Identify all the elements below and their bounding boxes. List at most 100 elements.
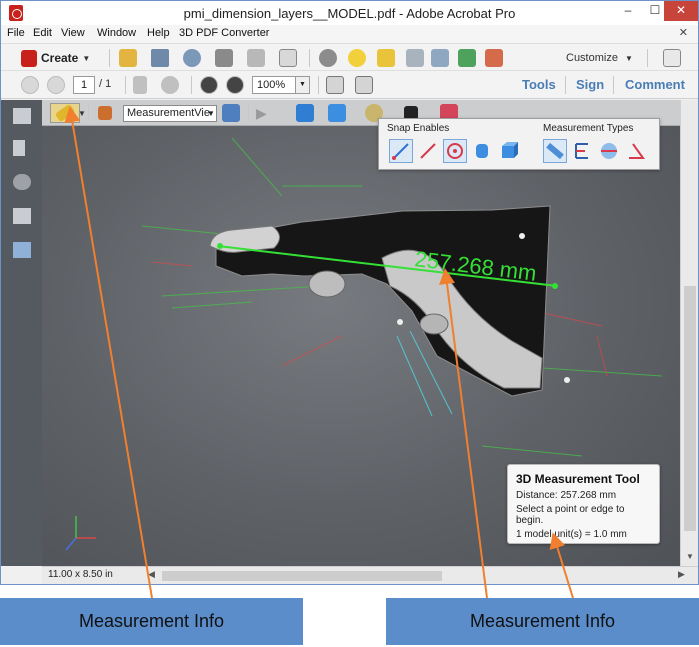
snap-radial-button[interactable]	[443, 139, 467, 163]
customize-label: Customize	[566, 52, 618, 64]
toolbar-divider	[565, 76, 566, 94]
fit-page-icon	[326, 76, 344, 94]
linear-measurement-button[interactable]	[543, 139, 567, 163]
form-edit-icon	[485, 49, 503, 67]
toolbar-divider	[191, 76, 192, 94]
upload-button[interactable]	[183, 48, 201, 68]
page-thumbnails-icon[interactable]	[13, 108, 31, 124]
sign-pane-link[interactable]: Sign	[576, 77, 604, 92]
menu-3d-pdf-converter[interactable]: 3D PDF Converter	[179, 27, 269, 39]
paperclip-icon[interactable]	[13, 174, 31, 190]
scroll-down-icon[interactable]: ▼	[686, 552, 694, 561]
snap-edge-button[interactable]	[416, 139, 440, 163]
edit-button[interactable]	[247, 48, 265, 68]
zoom-in-button[interactable]	[226, 76, 244, 94]
email-button[interactable]	[279, 48, 297, 68]
full-screen-button[interactable]	[355, 75, 373, 95]
save-icon	[151, 49, 169, 67]
model-tree-icon[interactable]	[13, 242, 31, 258]
folder-open-icon	[119, 49, 137, 67]
create-button[interactable]: Create ▼	[21, 48, 90, 68]
snap-enables-label: Snap Enables	[387, 123, 450, 134]
select-tool-button[interactable]	[133, 75, 147, 95]
measurement-tool-button[interactable]	[50, 103, 80, 123]
search-document-button[interactable]	[431, 48, 449, 68]
zoom-dropdown-button[interactable]: ▼	[296, 76, 310, 94]
page-size-label: 11.00 x 8.50 in	[48, 569, 113, 580]
toolbar-divider	[309, 49, 310, 67]
previous-page-button[interactable]	[21, 76, 39, 94]
view-select[interactable]: MeasurementVie	[123, 105, 217, 122]
snap-silhouette-button[interactable]	[470, 139, 494, 163]
hand-tool-button[interactable]	[161, 75, 179, 95]
export-button[interactable]	[458, 48, 476, 68]
angle-dimension-icon	[629, 143, 645, 159]
print-button[interactable]	[215, 48, 233, 68]
bookmark-icon[interactable]	[13, 140, 25, 156]
axis-triad	[65, 516, 96, 551]
snap-point-button[interactable]	[389, 139, 413, 163]
perpendicular-measurement-button[interactable]	[570, 139, 594, 163]
part-pin	[564, 377, 570, 383]
close-document-icon[interactable]: ✕	[679, 26, 688, 39]
document-area: 257.268 mm 3D Measurement Tool Distance:…	[42, 100, 680, 566]
info-units: 1 model unit(s) = 1.0 mm	[516, 529, 627, 540]
radial-measurement-button[interactable]	[597, 139, 621, 163]
snap-plane-button[interactable]	[497, 139, 521, 163]
signature-icon[interactable]	[13, 208, 31, 224]
edit-document-icon	[247, 49, 265, 67]
comment-pane-link[interactable]: Comment	[625, 77, 685, 92]
menu-bar: File Edit View Window Help 3D PDF Conver…	[1, 25, 698, 43]
gear-icon	[319, 49, 337, 67]
tools-pane-link[interactable]: Tools	[522, 77, 556, 92]
open-button[interactable]	[119, 48, 137, 68]
3d-view-button[interactable]	[296, 103, 314, 123]
menu-view[interactable]: View	[61, 27, 85, 39]
next-page-button[interactable]	[47, 76, 65, 94]
page-total: / 1	[99, 78, 112, 90]
menu-window[interactable]: Window	[97, 27, 136, 39]
navigation-toolbar: 1 / 1 100% ▼ Tools Sign Comment	[1, 71, 698, 99]
fit-page-button[interactable]	[326, 75, 344, 95]
lock-document-icon	[406, 49, 424, 67]
play-animation-button[interactable]: ▶	[256, 103, 267, 123]
protect-button[interactable]	[406, 48, 424, 68]
chevron-down-icon: ▼	[207, 109, 215, 118]
highlighter-icon	[377, 49, 395, 67]
angle-measurement-button[interactable]	[624, 139, 648, 163]
cylinder-snap-icon	[476, 144, 488, 158]
form-button[interactable]	[485, 48, 503, 68]
highlight-button[interactable]	[377, 48, 395, 68]
save-button[interactable]	[151, 48, 169, 68]
customize-button[interactable]: Customize ▼	[566, 52, 633, 64]
3d-viewport[interactable]: 257.268 mm 3D Measurement Tool Distance:…	[42, 126, 680, 566]
vertical-scrollbar[interactable]: ▼	[680, 100, 698, 566]
settings-button[interactable]	[319, 48, 337, 68]
home-view-button[interactable]	[98, 103, 112, 123]
acrobat-window: pmi_dimension_layers__MODEL.pdf - Adobe …	[0, 0, 699, 585]
play-icon: ▶	[256, 104, 267, 121]
comment-button[interactable]	[348, 48, 366, 68]
toolbar-divider	[248, 104, 249, 122]
measurement-end-point	[552, 283, 558, 289]
page-number-input[interactable]: 1	[73, 76, 95, 94]
expand-button[interactable]	[663, 48, 681, 68]
zoom-input[interactable]: 100%	[252, 76, 296, 94]
scroll-left-icon[interactable]: ◀	[148, 569, 155, 580]
create-label: Create	[41, 51, 79, 65]
minimize-button[interactable]: –	[613, 1, 643, 21]
menu-file[interactable]: File	[7, 27, 25, 39]
horizontal-scroll-thumb[interactable]	[162, 571, 442, 581]
chevron-down-icon[interactable]: ▼	[78, 109, 86, 118]
scroll-right-icon[interactable]: ▶	[678, 569, 685, 580]
zoom-out-button[interactable]	[200, 76, 218, 94]
menu-help[interactable]: Help	[147, 27, 170, 39]
part-pin	[519, 233, 525, 239]
model-tree-button[interactable]	[222, 103, 240, 123]
part-hole	[308, 270, 346, 298]
close-button[interactable]: ✕	[664, 1, 698, 21]
menu-edit[interactable]: Edit	[33, 27, 52, 39]
projection-button[interactable]	[328, 103, 346, 123]
hand-icon	[161, 76, 179, 94]
vertical-scroll-thumb[interactable]	[684, 286, 696, 531]
